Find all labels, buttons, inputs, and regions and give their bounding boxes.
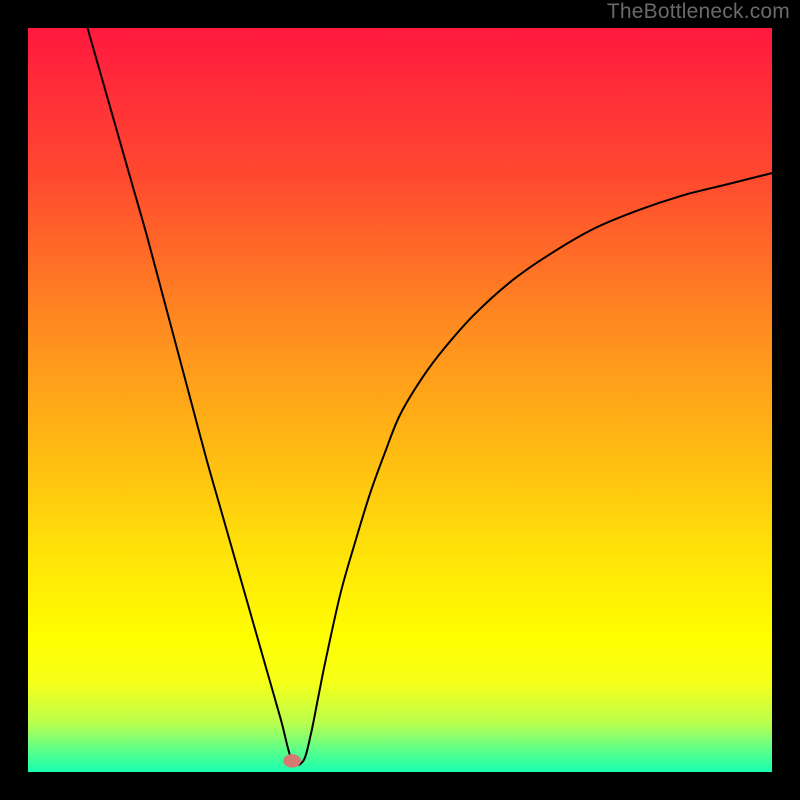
watermark-label: TheBottleneck.com — [607, 0, 790, 24]
plot-background-gradient — [28, 28, 772, 772]
minimum-marker — [283, 754, 301, 767]
chart-frame: TheBottleneck.com — [0, 0, 800, 800]
bottleneck-chart — [0, 0, 800, 800]
